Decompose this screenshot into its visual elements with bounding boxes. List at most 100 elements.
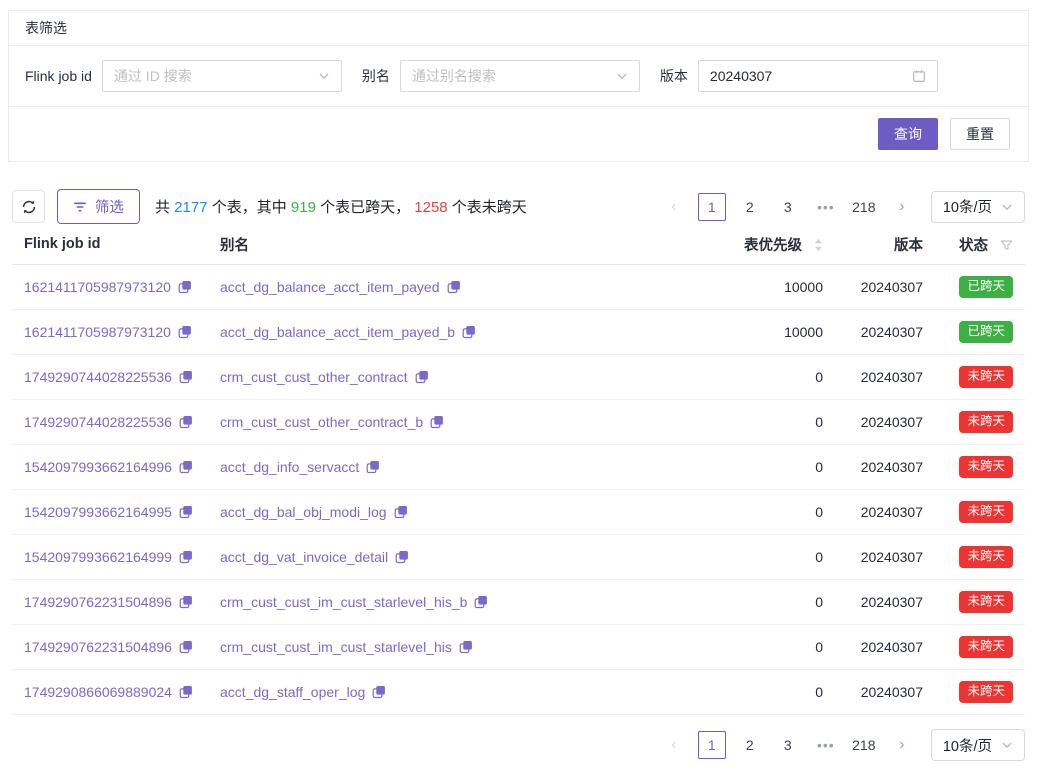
job-id-cell: 1749290762231504896: [24, 639, 220, 655]
alias-link[interactable]: acct_dg_balance_acct_item_payed_b: [220, 324, 476, 340]
job-id-text: 1542097993662164996: [24, 459, 172, 475]
page-3-button[interactable]: 3: [774, 193, 802, 221]
stats-not-crossed-count: 1258: [414, 199, 447, 216]
page-last-button[interactable]: 218: [850, 193, 878, 221]
col-header-status[interactable]: 状态: [923, 234, 1013, 255]
page-2-button[interactable]: 2: [736, 193, 764, 221]
page-size-select[interactable]: 10条/页: [931, 191, 1025, 223]
filter-form: Flink job id 通过 ID 搜索 别名 通过别名搜索 版本 20240…: [9, 46, 1028, 107]
job-id-link[interactable]: 1542097993662164996: [24, 459, 193, 475]
copy-icon[interactable]: [395, 550, 409, 564]
filter-lines-icon: [73, 201, 87, 213]
stats-crossed-count: 919: [291, 199, 316, 216]
page-3-button[interactable]: 3: [774, 731, 802, 759]
alias-link[interactable]: crm_cust_cust_im_cust_starlevel_his_b: [220, 594, 488, 610]
job-id-link[interactable]: 1749290762231504896: [24, 639, 193, 655]
alias-link[interactable]: crm_cust_cust_im_cust_starlevel_his: [220, 639, 473, 655]
filter-toggle-button[interactable]: 筛选: [57, 189, 140, 224]
next-page-button[interactable]: ›: [888, 193, 916, 221]
alias-text: acct_dg_bal_obj_modi_log: [220, 504, 387, 520]
job-id-text: 1749290744028225536: [24, 369, 172, 385]
job-id-select[interactable]: 通过 ID 搜索: [102, 60, 342, 92]
job-id-link[interactable]: 1542097993662164999: [24, 549, 193, 565]
copy-icon[interactable]: [179, 685, 193, 699]
page-last-button[interactable]: 218: [850, 731, 878, 759]
prev-page-button[interactable]: ‹: [660, 731, 688, 759]
copy-icon[interactable]: [462, 325, 476, 339]
copy-icon[interactable]: [430, 415, 444, 429]
table-row: 1542097993662164996 acct_dg_info_servacc…: [12, 445, 1025, 490]
prev-page-button[interactable]: ‹: [660, 193, 688, 221]
alias-link[interactable]: acct_dg_staff_oper_log: [220, 684, 386, 700]
copy-icon[interactable]: [394, 505, 408, 519]
page-size-select[interactable]: 10条/页: [931, 729, 1025, 761]
alias-link[interactable]: acct_dg_bal_obj_modi_log: [220, 504, 408, 520]
next-page-button[interactable]: ›: [888, 731, 916, 759]
copy-icon[interactable]: [415, 370, 429, 384]
copy-icon[interactable]: [179, 460, 193, 474]
alias-link[interactable]: acct_dg_vat_invoice_detail: [220, 549, 409, 565]
col-header-priority[interactable]: 表优先级: [673, 234, 823, 255]
job-id-link[interactable]: 1749290744028225536: [24, 414, 193, 430]
sorter-icon[interactable]: [814, 238, 823, 252]
alias-cell: crm_cust_cust_other_contract: [220, 369, 673, 385]
copy-icon[interactable]: [179, 370, 193, 384]
priority-cell: 0: [673, 369, 823, 385]
status-cell: 已跨天: [923, 321, 1013, 343]
alias-cell: acct_dg_info_servacct: [220, 459, 673, 475]
page-2-button[interactable]: 2: [736, 731, 764, 759]
alias-cell: crm_cust_cust_im_cust_starlevel_his_b: [220, 594, 673, 610]
copy-icon[interactable]: [178, 325, 192, 339]
page-ellipsis: •••: [812, 731, 840, 759]
page-1-button[interactable]: 1: [698, 193, 726, 221]
alias-label: 别名: [362, 66, 390, 86]
status-cell: 未跨天: [923, 636, 1013, 658]
alias-text: crm_cust_cust_other_contract: [220, 369, 408, 385]
copy-icon[interactable]: [474, 595, 488, 609]
version-label: 版本: [660, 66, 688, 86]
priority-cell: 0: [673, 549, 823, 565]
alias-link[interactable]: acct_dg_info_servacct: [220, 459, 380, 475]
reset-button[interactable]: 重置: [950, 118, 1010, 150]
alias-select[interactable]: 通过别名搜索: [400, 60, 640, 92]
table-row: 1749290866069889024 acct_dg_staff_oper_l…: [12, 670, 1025, 715]
status-cell: 未跨天: [923, 681, 1013, 703]
job-id-cell: 1621411705987973120: [24, 279, 220, 295]
alias-link[interactable]: crm_cust_cust_other_contract_b: [220, 414, 444, 430]
alias-cell: acct_dg_balance_acct_item_payed_b: [220, 324, 673, 340]
filter-card: 表筛选 Flink job id 通过 ID 搜索 别名 通过别名搜索 版本 2…: [8, 10, 1029, 162]
job-id-link[interactable]: 1542097993662164995: [24, 504, 193, 520]
pagination-top: ‹ 1 2 3 ••• 218 › 10条/页: [655, 191, 1025, 223]
query-button[interactable]: 查询: [878, 118, 938, 150]
column-filter-icon[interactable]: [1000, 239, 1013, 252]
copy-icon[interactable]: [372, 685, 386, 699]
copy-icon[interactable]: [179, 640, 193, 654]
copy-icon[interactable]: [366, 460, 380, 474]
table-row: 1749290744028225536 crm_cust_cust_other_…: [12, 400, 1025, 445]
version-cell: 20240307: [823, 684, 923, 700]
version-date-input[interactable]: 20240307: [698, 60, 938, 92]
copy-icon[interactable]: [447, 280, 461, 294]
page-1-button[interactable]: 1: [698, 731, 726, 759]
job-id-link[interactable]: 1621411705987973120: [24, 279, 192, 295]
priority-cell: 0: [673, 684, 823, 700]
page-size-value: 10条/页: [943, 196, 992, 217]
job-id-link[interactable]: 1749290744028225536: [24, 369, 193, 385]
copy-icon[interactable]: [179, 550, 193, 564]
job-id-link[interactable]: 1621411705987973120: [24, 324, 192, 340]
copy-icon[interactable]: [178, 280, 192, 294]
alias-placeholder: 通过别名搜索: [412, 66, 616, 86]
copy-icon[interactable]: [179, 415, 193, 429]
refresh-button[interactable]: [12, 190, 45, 223]
copy-icon[interactable]: [179, 505, 193, 519]
alias-link[interactable]: acct_dg_balance_acct_item_payed: [220, 279, 461, 295]
alias-link[interactable]: crm_cust_cust_other_contract: [220, 369, 429, 385]
filter-toggle-label: 筛选: [95, 196, 124, 217]
copy-icon[interactable]: [179, 595, 193, 609]
calendar-icon: [912, 69, 926, 83]
job-id-link[interactable]: 1749290866069889024: [24, 684, 193, 700]
chevron-down-icon: [318, 70, 330, 82]
job-id-text: 1749290762231504896: [24, 594, 172, 610]
job-id-link[interactable]: 1749290762231504896: [24, 594, 193, 610]
copy-icon[interactable]: [459, 640, 473, 654]
